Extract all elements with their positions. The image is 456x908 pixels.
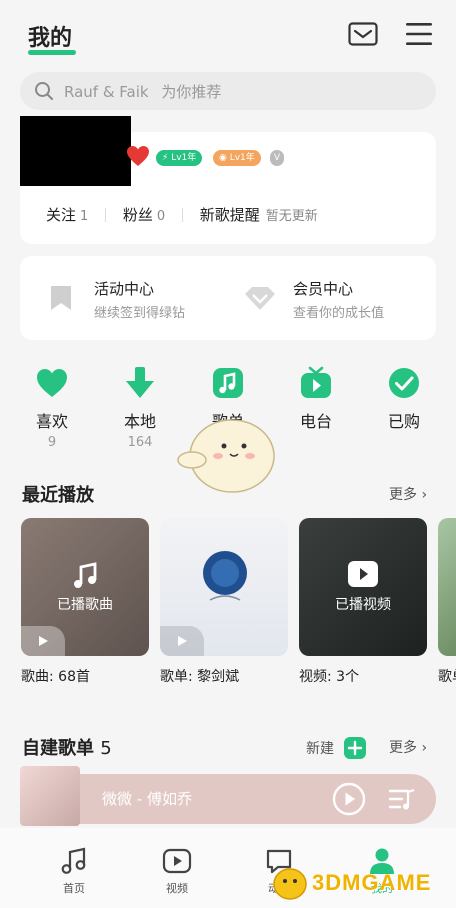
playlist-icon xyxy=(213,368,243,398)
recent-videos-label: 视频: 3个 xyxy=(299,669,360,685)
mascot-sticker xyxy=(177,419,275,493)
playlists-title-text: 自建歌单 xyxy=(22,738,94,759)
member-title: 会员中心 xyxy=(293,280,354,298)
divider xyxy=(181,208,183,222)
avatar[interactable] xyxy=(20,116,131,186)
page-title: 我的 xyxy=(28,26,73,51)
recent-more-label: 歌单 xyxy=(438,669,456,685)
music-note-icon xyxy=(61,847,86,874)
recent-playlist-tile[interactable] xyxy=(160,518,288,656)
play-button[interactable] xyxy=(160,626,204,656)
quick-label: 电台 xyxy=(299,412,332,431)
quick-purchased[interactable]: 已购 xyxy=(374,366,434,432)
promo-card: 活动中心 继续签到得绿钻 会员中心 查看你的成长值 xyxy=(20,256,436,340)
recent-songs-label: 歌曲: 68首 xyxy=(21,669,90,685)
quick-label: 喜欢 xyxy=(35,412,68,431)
activity-subtitle: 继续签到得绿钻 xyxy=(94,306,186,321)
album-art-image xyxy=(203,551,247,601)
new-songs-label: 新歌提醒 xyxy=(199,206,260,224)
verified-icon[interactable]: V xyxy=(270,150,284,166)
fans-stat[interactable]: 粉丝 0 xyxy=(123,206,165,224)
music-note-icon xyxy=(74,562,97,588)
title-underline xyxy=(28,50,76,55)
member-center[interactable]: 会员中心 查看你的成长值 xyxy=(228,256,436,340)
recent-playlist-label: 歌单: 黎剑斌 xyxy=(160,669,240,685)
header: 我的 xyxy=(0,0,456,70)
vip-badge[interactable]: ⚡ Lv1年 xyxy=(156,150,203,166)
search-icon xyxy=(35,82,53,100)
watermark-mascot-icon xyxy=(273,868,307,900)
mini-player[interactable]: 微微 - 傅如乔 xyxy=(20,766,436,826)
now-playing-cover[interactable] xyxy=(20,766,80,826)
playlists-count: 5 xyxy=(100,738,112,759)
video-icon xyxy=(162,848,192,874)
vip-badge-text: Lv1年 xyxy=(171,153,197,163)
message-icon[interactable] xyxy=(348,22,378,46)
quick-label: 本地 xyxy=(123,412,156,431)
plus-icon xyxy=(344,737,367,759)
now-playing-track: 微微 - 傅如乔 xyxy=(102,790,192,808)
playlists-more-link[interactable]: 更多 › xyxy=(389,737,427,757)
heart-icon xyxy=(37,369,67,397)
level-badge[interactable]: ◉ Lv1年 xyxy=(213,150,261,166)
tab-label: 视频 xyxy=(166,882,188,895)
recent-songs-tile[interactable]: 已播歌曲 xyxy=(21,518,149,656)
new-songs-stat[interactable]: 新歌提醒 暂无更新 xyxy=(200,206,318,224)
quick-count: 164 xyxy=(127,435,153,450)
search-placeholder: Rauf & Faik xyxy=(64,83,149,101)
video-play-icon xyxy=(348,561,378,587)
quick-radio[interactable]: 电台 xyxy=(286,366,346,432)
search-hint: 为你推荐 xyxy=(161,83,222,101)
recent-more-tile[interactable] xyxy=(438,518,456,656)
quick-label: 已购 xyxy=(387,412,420,431)
heart-icon xyxy=(127,146,149,166)
quick-local[interactable]: 本地 164 xyxy=(110,366,170,450)
new-playlist-button[interactable]: 新建 xyxy=(306,737,367,759)
download-icon xyxy=(126,367,154,398)
following-label: 关注 xyxy=(46,206,77,224)
level-badge-text: Lv1年 xyxy=(229,153,255,163)
tab-video[interactable]: 视频 xyxy=(147,846,207,896)
playlists-title: 自建歌单 5 xyxy=(22,734,112,760)
bookmark-icon xyxy=(51,286,71,310)
fans-label: 粉丝 xyxy=(122,206,153,224)
tab-label: 首页 xyxy=(63,882,85,895)
member-subtitle: 查看你的成长值 xyxy=(293,306,385,321)
activity-title: 活动中心 xyxy=(94,280,155,298)
following-stat[interactable]: 关注 1 xyxy=(46,206,88,224)
recent-title: 最近播放 xyxy=(22,485,94,506)
play-button[interactable] xyxy=(21,626,65,656)
profile-card: ⚡ Lv1年 ◉ Lv1年 V 关注 1 粉丝 0 新歌提醒 暂无更新 xyxy=(20,116,436,244)
tile-overlay-text: 已播歌曲 xyxy=(57,597,113,613)
tab-home[interactable]: 首页 xyxy=(44,846,104,896)
new-songs-note: 暂无更新 xyxy=(265,209,318,224)
search-input[interactable]: Rauf & Faik 为你推荐 xyxy=(64,81,221,102)
recent-more-link[interactable]: 更多 › xyxy=(389,484,427,504)
search-bar[interactable]: Rauf & Faik 为你推荐 xyxy=(20,72,436,110)
recent-videos-tile[interactable]: 已播视频 xyxy=(299,518,427,656)
following-count: 1 xyxy=(80,209,89,224)
watermark-text: 3DMGAME xyxy=(312,870,432,895)
divider xyxy=(105,208,107,222)
menu-icon[interactable] xyxy=(404,20,434,48)
play-icon xyxy=(39,636,48,646)
fans-count: 0 xyxy=(156,209,166,224)
new-playlist-label: 新建 xyxy=(306,741,334,757)
play-icon[interactable] xyxy=(332,782,366,816)
tile-overlay-text: 已播视频 xyxy=(335,597,391,613)
bottom-tab-bar: 首页 视频 动态 我的 xyxy=(0,828,456,908)
play-icon xyxy=(178,636,187,646)
check-circle-icon xyxy=(389,368,419,398)
profile-stats: 关注 1 粉丝 0 新歌提醒 暂无更新 xyxy=(46,204,318,225)
diamond-icon xyxy=(245,287,275,310)
tv-icon xyxy=(301,366,331,398)
quick-count: 9 xyxy=(47,435,57,450)
quick-favorites[interactable]: 喜欢 9 xyxy=(22,366,82,450)
activity-center[interactable]: 活动中心 继续签到得绿钻 xyxy=(20,256,228,340)
playlist-queue-icon[interactable] xyxy=(388,786,416,812)
